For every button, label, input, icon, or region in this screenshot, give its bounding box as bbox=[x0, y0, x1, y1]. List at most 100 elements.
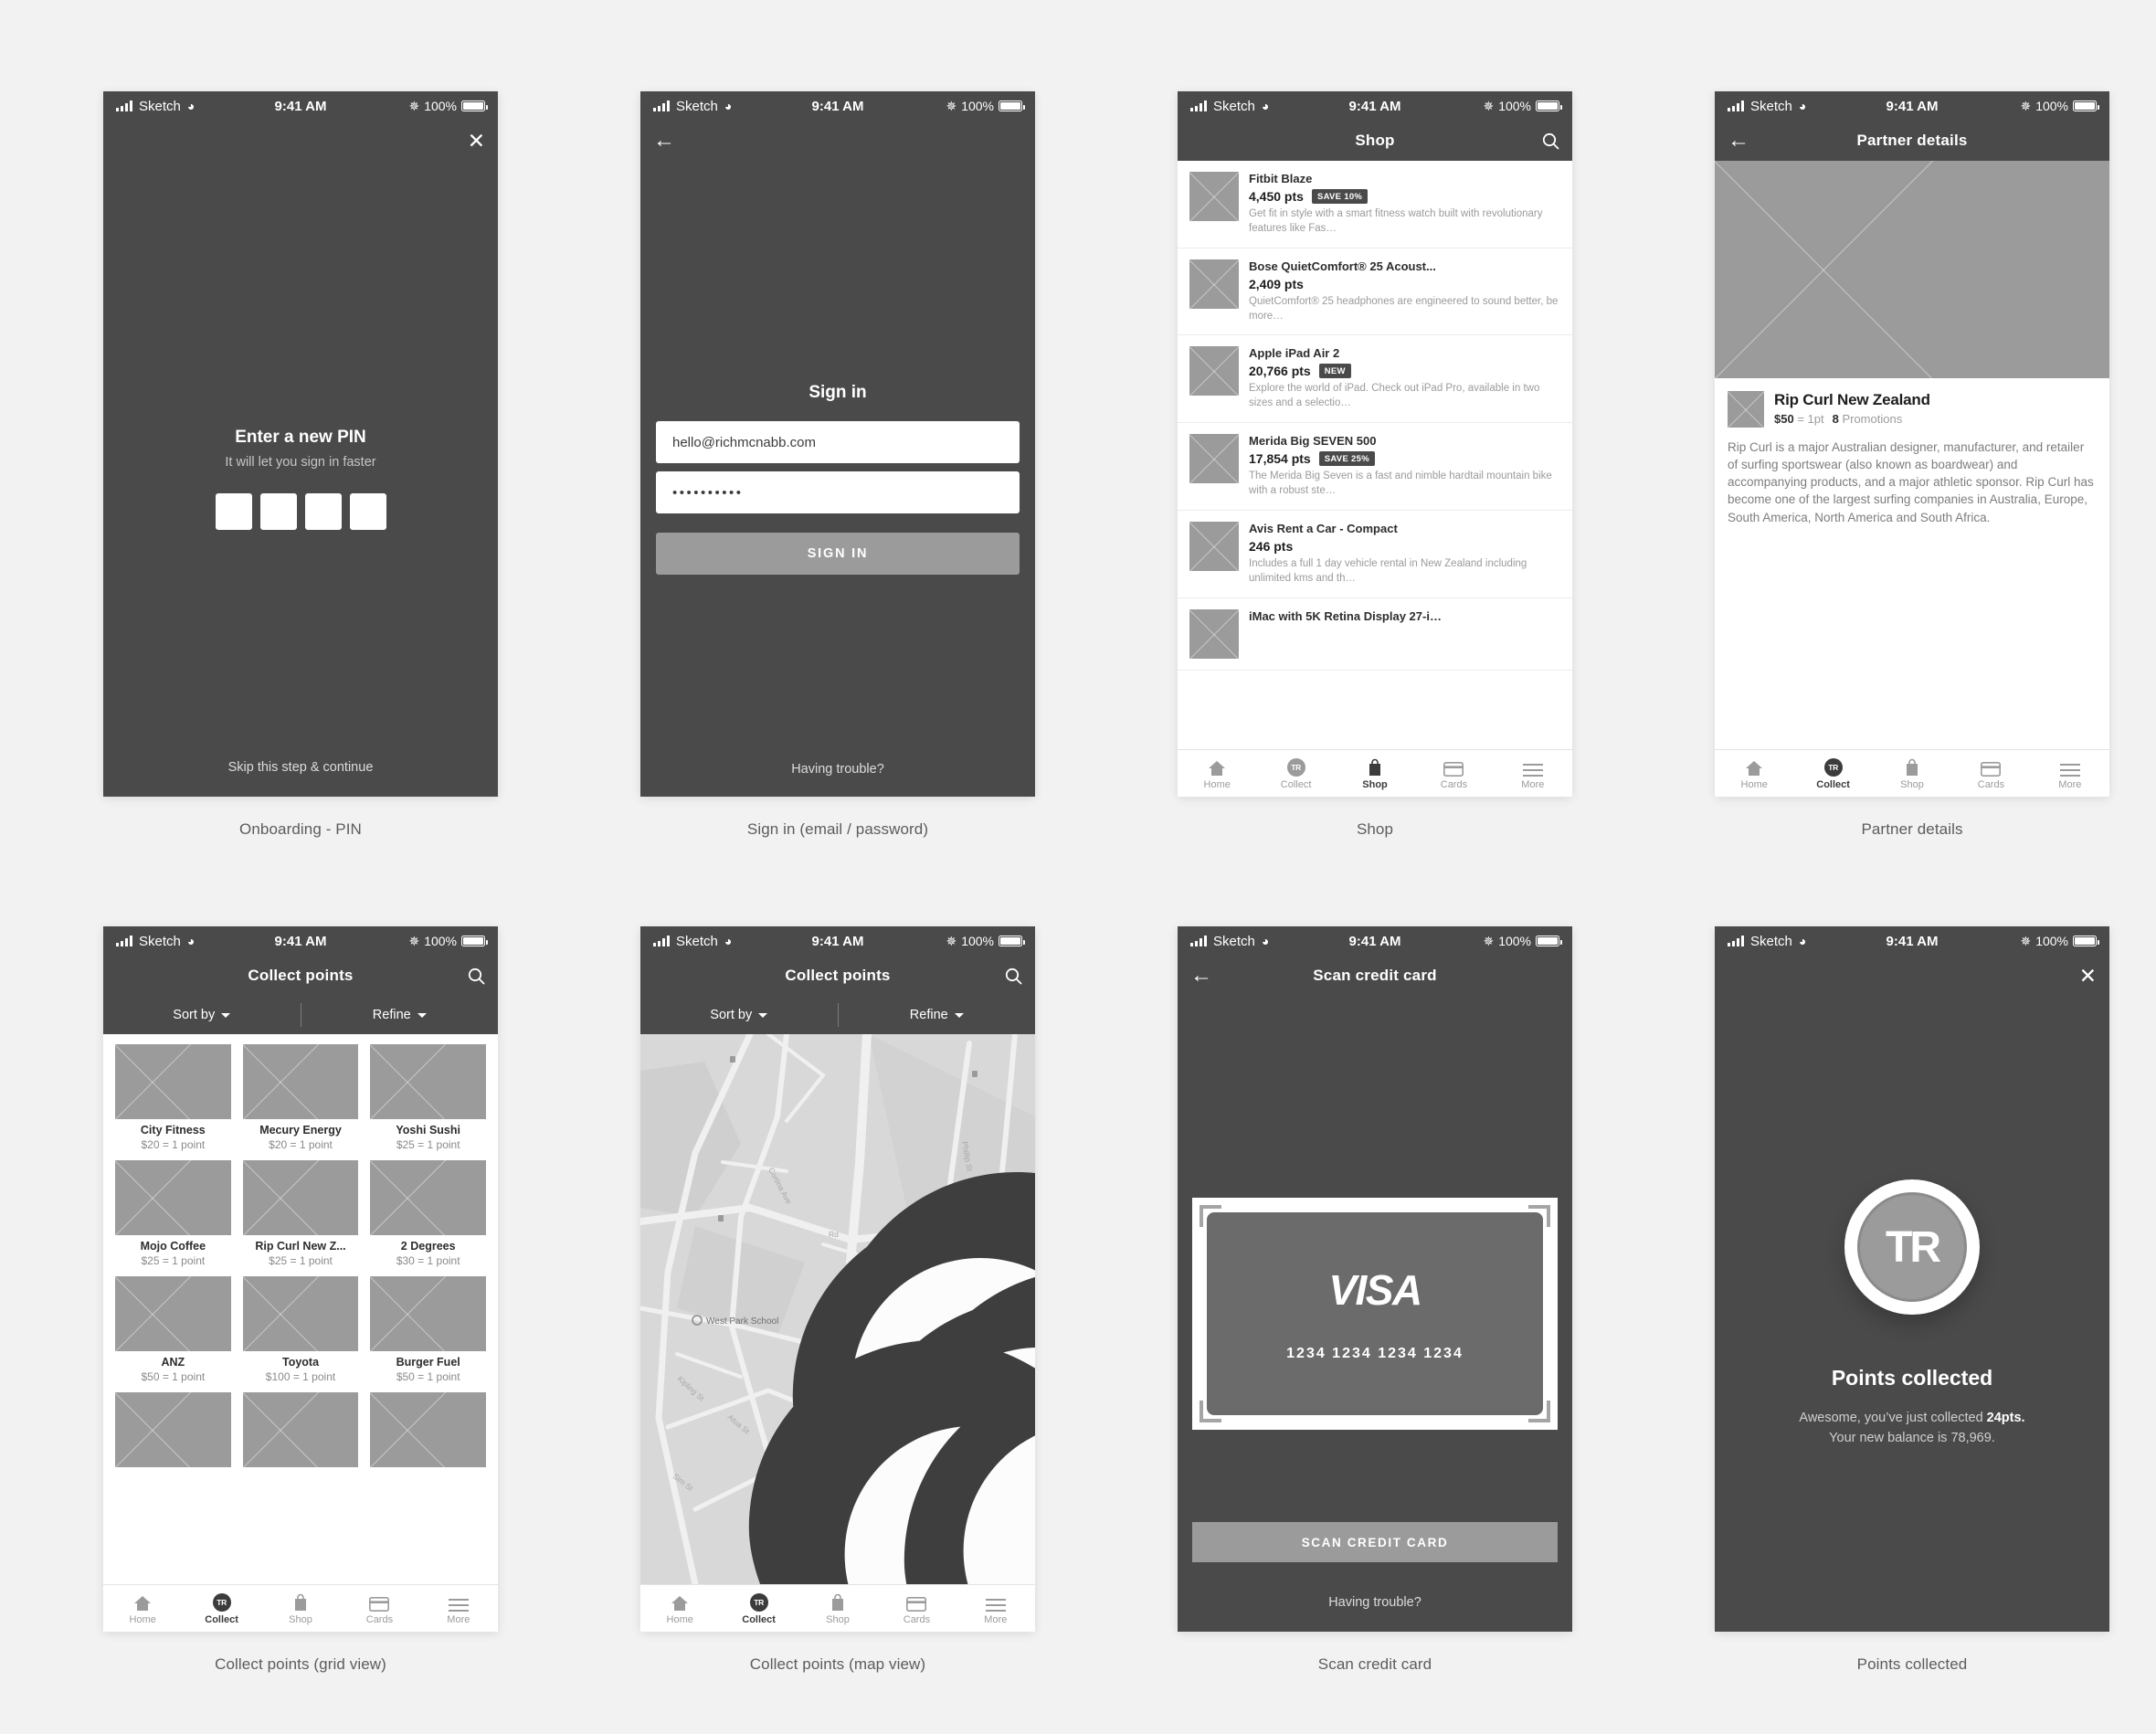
sign-in-button[interactable]: SIGN IN bbox=[656, 533, 1020, 575]
partner-rate: $25 = 1 point bbox=[269, 1254, 333, 1267]
page-subtitle: It will let you sign in faster bbox=[225, 455, 376, 470]
grid-item[interactable]: ANZ $50 = 1 point bbox=[115, 1276, 231, 1383]
tab-collect[interactable]: TR Collect bbox=[1256, 750, 1335, 797]
tab-more[interactable]: More bbox=[1494, 750, 1572, 797]
partner-rate: $50 = 1 point bbox=[141, 1370, 206, 1383]
points-amount: 24pts. bbox=[1986, 1411, 2025, 1426]
search-icon[interactable] bbox=[468, 967, 485, 985]
close-icon[interactable]: ✕ bbox=[468, 130, 485, 152]
list-item[interactable]: Apple iPad Air 2 20,766 pts NEW Explore … bbox=[1178, 335, 1572, 424]
tab-shop[interactable]: Shop bbox=[798, 1585, 877, 1632]
refine-dropdown[interactable]: Refine bbox=[839, 996, 1036, 1034]
tab-home[interactable]: Home bbox=[103, 1585, 182, 1632]
grid-item[interactable] bbox=[370, 1392, 487, 1467]
pin-digit-2[interactable] bbox=[259, 493, 297, 530]
tab-cards[interactable]: Cards bbox=[340, 1585, 418, 1632]
grid-item[interactable]: Burger Fuel $50 = 1 point bbox=[370, 1276, 487, 1383]
scan-credit-card-button[interactable]: SCAN CREDIT CARD bbox=[1192, 1522, 1558, 1562]
partner-name: City Fitness bbox=[140, 1124, 206, 1137]
tab-home[interactable]: Home bbox=[1178, 750, 1256, 797]
email-field[interactable]: hello@richmcnabb.com bbox=[656, 421, 1020, 463]
partner-name: Toyota bbox=[281, 1356, 320, 1369]
grid-item[interactable]: Mecury Energy $20 = 1 point bbox=[242, 1044, 359, 1151]
home-icon bbox=[133, 1592, 152, 1612]
partner-rate: $25 = 1 point bbox=[396, 1138, 460, 1151]
list-item[interactable]: Fitbit Blaze 4,450 pts SAVE 10% Get fit … bbox=[1178, 161, 1572, 248]
search-icon[interactable] bbox=[1005, 967, 1022, 985]
tab-cards[interactable]: Cards bbox=[1414, 750, 1493, 797]
grid-item[interactable]: Mojo Coffee $25 = 1 point bbox=[115, 1160, 231, 1267]
partner-rate: $50 = 1 point bbox=[396, 1370, 460, 1383]
back-arrow-icon[interactable]: ← bbox=[1728, 130, 1749, 152]
grid-item[interactable]: Rip Curl New Z... $25 = 1 point bbox=[242, 1160, 359, 1267]
product-name: Bose QuietComfort® 25 Acoust... bbox=[1249, 259, 1436, 273]
grid-item[interactable]: City Fitness $20 = 1 point bbox=[115, 1044, 231, 1151]
grid-item[interactable]: Toyota $100 = 1 point bbox=[242, 1276, 359, 1383]
tab-more[interactable]: More bbox=[419, 1585, 498, 1632]
grid-item[interactable] bbox=[115, 1392, 231, 1467]
map-canvas[interactable]: Cortina Ave Phillip St Rd Bannister Ave … bbox=[640, 1034, 1035, 1584]
viewfinder-corner-bottom-left bbox=[1200, 1401, 1221, 1422]
bluetooth-icon: ✵ bbox=[946, 933, 957, 948]
grid-row: City Fitness $20 = 1 point Mecury Energy… bbox=[115, 1044, 487, 1151]
partner-name: Burger Fuel bbox=[396, 1356, 460, 1369]
pin-digit-1[interactable] bbox=[215, 493, 252, 530]
home-icon bbox=[671, 1592, 689, 1612]
list-item[interactable]: Bose QuietComfort® 25 Acoust... 2,409 pt… bbox=[1178, 248, 1572, 336]
refine-label: Refine bbox=[372, 1008, 411, 1022]
partner-name: Yoshi Sushi bbox=[396, 1124, 460, 1137]
search-icon[interactable] bbox=[1542, 132, 1559, 150]
partner-logo-placeholder bbox=[1728, 391, 1764, 428]
tab-collect[interactable]: TR Collect bbox=[719, 1585, 798, 1632]
tab-shop[interactable]: Shop bbox=[1336, 750, 1414, 797]
skip-step-link[interactable]: Skip this step & continue bbox=[103, 760, 498, 775]
having-trouble-link[interactable]: Having trouble? bbox=[640, 762, 1035, 777]
product-image-placeholder bbox=[1189, 259, 1239, 309]
tab-collect[interactable]: TR Collect bbox=[1793, 750, 1872, 797]
screen-caption: Scan credit card bbox=[1317, 1655, 1432, 1673]
partner-image-placeholder bbox=[115, 1044, 231, 1119]
tab-cards[interactable]: Cards bbox=[877, 1585, 956, 1632]
close-icon[interactable]: ✕ bbox=[2079, 965, 2097, 987]
tab-home[interactable]: Home bbox=[640, 1585, 719, 1632]
list-item[interactable]: iMac with 5K Retina Display 27-i… bbox=[1178, 598, 1572, 671]
tab-cards[interactable]: Cards bbox=[1951, 750, 2030, 797]
bluetooth-icon: ✵ bbox=[1483, 933, 1495, 948]
tab-home[interactable]: Home bbox=[1715, 750, 1793, 797]
nav-bar: ← Scan credit card bbox=[1178, 956, 1572, 996]
grid-item[interactable]: Yoshi Sushi $25 = 1 point bbox=[370, 1044, 487, 1151]
having-trouble-link[interactable]: Having trouble? bbox=[1178, 1595, 1572, 1610]
tab-more[interactable]: More bbox=[956, 1585, 1035, 1632]
pin-digit-4[interactable] bbox=[349, 493, 386, 530]
list-item[interactable]: Avis Rent a Car - Compact 246 pts Includ… bbox=[1178, 511, 1572, 598]
screen-onboarding-pin: Sketch ◕ 9:41 AM ✵ 100% ✕ Enter a new PI… bbox=[103, 91, 498, 839]
viewfinder-corner-top-left bbox=[1200, 1205, 1221, 1227]
battery-percent-label: 100% bbox=[961, 99, 994, 113]
back-arrow-icon[interactable]: ← bbox=[653, 130, 675, 152]
back-arrow-icon[interactable]: ← bbox=[1190, 965, 1212, 987]
screen-caption: Sign in (email / password) bbox=[746, 820, 929, 838]
product-points: 20,766 pts bbox=[1249, 364, 1311, 379]
password-field[interactable]: •••••••••• bbox=[656, 471, 1020, 513]
tab-more[interactable]: More bbox=[2031, 750, 2109, 797]
wifi-icon: ◕ bbox=[724, 934, 733, 948]
grid-item[interactable] bbox=[242, 1392, 359, 1467]
wifi-icon: ◕ bbox=[186, 934, 196, 948]
tab-collect[interactable]: TR Collect bbox=[182, 1585, 260, 1632]
map-pin-marker[interactable] bbox=[894, 1345, 1035, 1584]
list-item[interactable]: Merida Big SEVEN 500 17,854 pts SAVE 25%… bbox=[1178, 423, 1572, 511]
points-balance: Your new balance is 78,969. bbox=[1829, 1430, 1995, 1445]
bluetooth-icon: ✵ bbox=[2020, 933, 2032, 948]
shop-product-list[interactable]: Fitbit Blaze 4,450 pts SAVE 10% Get fit … bbox=[1178, 161, 1572, 749]
tab-shop[interactable]: Shop bbox=[1873, 750, 1951, 797]
refine-dropdown[interactable]: Refine bbox=[301, 996, 499, 1034]
hamburger-icon bbox=[2059, 757, 2080, 777]
tab-shop[interactable]: Shop bbox=[261, 1585, 340, 1632]
sort-by-dropdown[interactable]: Sort by bbox=[103, 996, 301, 1034]
pin-digit-3[interactable] bbox=[304, 493, 342, 530]
refine-label: Refine bbox=[909, 1008, 948, 1022]
sort-by-dropdown[interactable]: Sort by bbox=[640, 996, 838, 1034]
carrier-label: Sketch bbox=[1750, 933, 1792, 949]
grid-item[interactable]: 2 Degrees $30 = 1 point bbox=[370, 1160, 487, 1267]
partner-info-card: Rip Curl New Zealand $50 = 1pt 8 Promotio… bbox=[1715, 378, 2109, 749]
